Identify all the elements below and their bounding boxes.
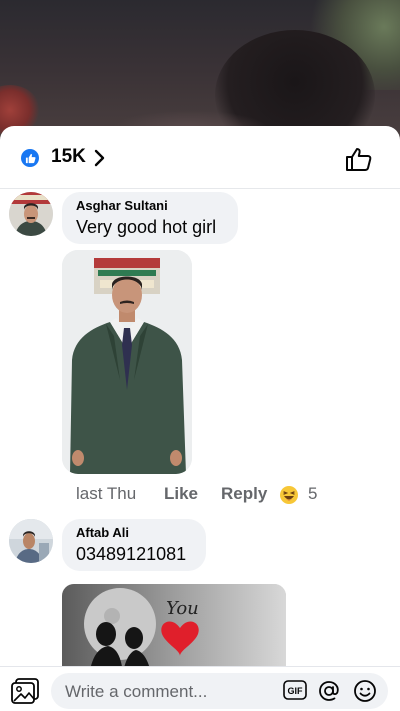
emoji-icon[interactable]: [353, 679, 377, 703]
comment-text: Very good hot girl: [76, 217, 217, 237]
comment-composer: Write a comment... GIF: [0, 666, 400, 711]
comment-author[interactable]: Aftab Ali: [76, 525, 129, 540]
like-reaction-icon[interactable]: [21, 149, 39, 167]
reply-button[interactable]: Reply: [221, 484, 267, 504]
comment-bubble[interactable]: Asghar Sultani Very good hot girl: [62, 192, 238, 244]
comment-time: last Thu: [76, 484, 137, 503]
comment-author[interactable]: Asghar Sultani: [76, 198, 168, 213]
gif-icon[interactable]: GIF: [283, 680, 307, 700]
avatar[interactable]: [9, 192, 53, 236]
photo-icon[interactable]: [10, 677, 40, 705]
avatar[interactable]: [9, 519, 53, 563]
mention-icon[interactable]: [317, 679, 341, 703]
comment-input[interactable]: Write a comment... GIF: [51, 673, 388, 709]
comment-attachment-photo[interactable]: [62, 250, 192, 474]
reaction-count[interactable]: 5: [308, 484, 317, 504]
reaction-count[interactable]: 15K: [51, 146, 86, 168]
video-background: [0, 0, 400, 140]
you-text: You: [166, 598, 199, 619]
chevron-right-icon[interactable]: [94, 149, 106, 167]
like-button[interactable]: Like: [164, 484, 198, 504]
thumbs-up-icon[interactable]: [345, 146, 373, 172]
comment-text: 03489121081: [76, 544, 187, 564]
comments-sheet: 15K Asghar Sultani Very good hot girl la…: [0, 126, 400, 711]
gif-label: GIF: [288, 686, 304, 696]
comment-bubble[interactable]: Aftab Ali 03489121081: [62, 519, 206, 571]
sheet-header: 15K: [0, 126, 400, 189]
comment-input-placeholder: Write a comment...: [65, 682, 208, 701]
haha-emoji-icon[interactable]: [279, 485, 299, 505]
